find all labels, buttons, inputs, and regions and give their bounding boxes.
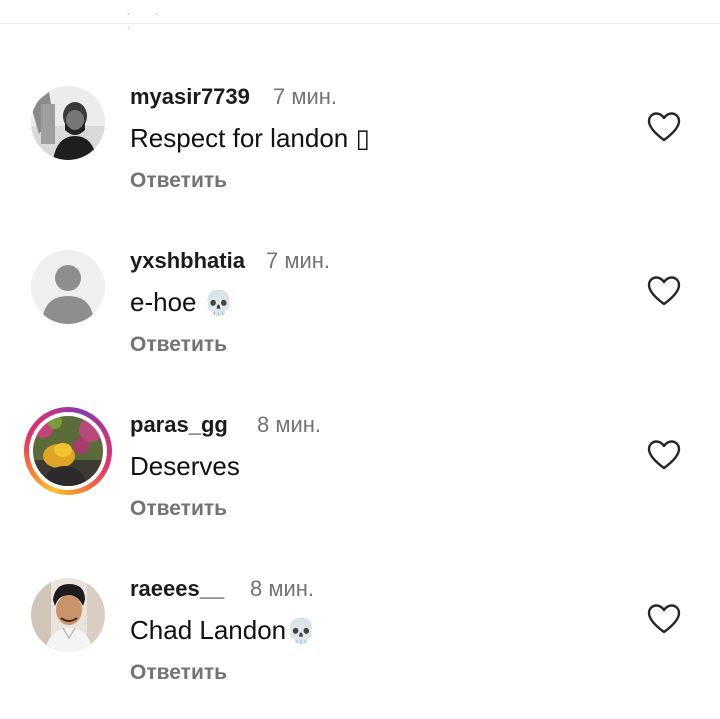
skull-emoji: 💀: [286, 617, 317, 645]
comment-text: Deserves: [130, 450, 240, 482]
avatar-story-ring[interactable]: [24, 407, 112, 495]
comment-text-body: Deserves: [130, 451, 240, 481]
person-silhouette-icon: [31, 250, 105, 324]
reply-button[interactable]: Ответить: [130, 660, 227, 686]
avatar: [33, 416, 103, 486]
avatar[interactable]: [31, 250, 105, 324]
comment-username[interactable]: raeees__: [130, 576, 224, 602]
reply-button[interactable]: Ответить: [130, 168, 227, 194]
comment-time: 8 мин.: [257, 412, 322, 437]
comment-text: e-hoe 💀: [130, 286, 234, 319]
avatar-photo: [33, 416, 103, 486]
heart-outline-icon[interactable]: [647, 439, 681, 471]
comment-text: Chad Landon💀: [130, 614, 316, 647]
comment-time: 7 мин.: [266, 248, 331, 273]
avatar[interactable]: [31, 578, 105, 652]
comment-text-body: e-hoe: [130, 287, 204, 317]
reply-button[interactable]: Ответить: [130, 496, 227, 522]
comment-time: 8 мин.: [250, 576, 315, 601]
avatar-ring-gap: [29, 412, 107, 490]
comment-item: raeees__ 8 мин. Chad Landon💀 Ответить: [0, 0, 720, 684]
skull-emoji: 💀: [203, 289, 234, 317]
comment-username[interactable]: yxshbhatia: [130, 248, 245, 274]
reply-button[interactable]: Ответить: [130, 332, 227, 358]
comment-text-body: Chad Landon: [130, 615, 287, 645]
avatar-photo: [31, 578, 105, 652]
heart-outline-icon[interactable]: [647, 603, 681, 635]
comment-username[interactable]: paras_gg: [130, 412, 228, 438]
heart-outline-icon[interactable]: [647, 275, 681, 307]
